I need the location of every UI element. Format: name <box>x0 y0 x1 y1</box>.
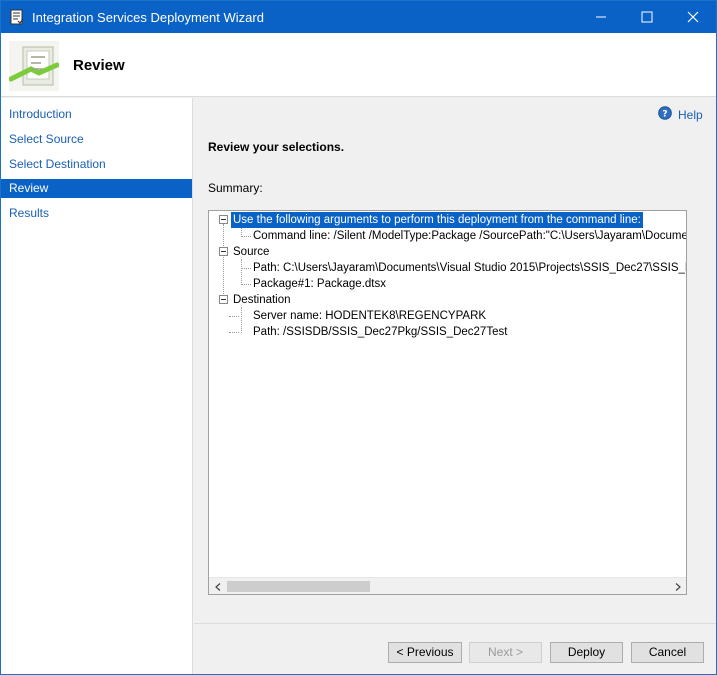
collapse-source-toggle[interactable] <box>219 247 228 256</box>
nav-item-results[interactable]: Results <box>1 204 192 223</box>
minimize-button[interactable] <box>578 1 624 33</box>
scroll-right-icon[interactable] <box>669 578 686 594</box>
wizard-window: Integration Services Deployment Wizard R… <box>0 0 717 675</box>
tree-connector <box>229 316 239 317</box>
help-label: Help <box>678 107 703 122</box>
nav-item-select-source[interactable]: Select Source <box>1 130 192 149</box>
wizard-app-icon <box>9 9 25 25</box>
nav-item-introduction[interactable]: Introduction <box>1 105 192 124</box>
tree-connector <box>241 268 251 269</box>
tree-connector <box>229 332 239 333</box>
tree-connector <box>241 284 251 285</box>
summary-tree[interactable]: Use the following arguments to perform t… <box>208 210 687 595</box>
scrollbar-thumb[interactable] <box>227 581 370 592</box>
tree-node-command-line[interactable]: Command line: /Silent /ModelType:Package… <box>251 228 686 244</box>
nav-item-select-destination[interactable]: Select Destination <box>1 155 192 174</box>
collapse-destination-toggle[interactable] <box>219 295 228 304</box>
horizontal-scrollbar[interactable] <box>209 577 686 594</box>
scroll-left-icon[interactable] <box>209 578 226 594</box>
tree-node-server-name[interactable]: Server name: HODENTEK8\REGENCYPARK <box>251 308 488 324</box>
wizard-footer: < Previous Next > Deploy Cancel <box>194 623 716 674</box>
tree-connector <box>241 307 242 333</box>
collapse-arguments-toggle[interactable] <box>219 215 228 224</box>
wizard-header: Review <box>1 33 716 97</box>
help-icon: ? <box>658 106 672 123</box>
title-bar[interactable]: Integration Services Deployment Wizard <box>1 1 716 33</box>
tree-node-arguments[interactable]: Use the following arguments to perform t… <box>231 212 643 228</box>
close-button[interactable] <box>670 1 716 33</box>
maximize-button[interactable] <box>624 1 670 33</box>
tree-node-source-path[interactable]: Path: C:\Users\Jayaram\Documents\Visual … <box>251 260 686 276</box>
deploy-button[interactable]: Deploy <box>550 642 623 663</box>
summary-label: Summary: <box>208 181 263 195</box>
next-button[interactable]: Next > <box>469 642 542 663</box>
tree-node-destination[interactable]: Destination <box>231 292 293 308</box>
previous-button[interactable]: < Previous <box>388 642 462 663</box>
tree-connector <box>223 224 224 302</box>
cancel-button[interactable]: Cancel <box>631 642 704 663</box>
review-heading: Review your selections. <box>208 140 345 154</box>
tree-node-package[interactable]: Package#1: Package.dtsx <box>251 276 388 292</box>
help-link[interactable]: ? Help <box>658 106 703 123</box>
tree-node-destination-path[interactable]: Path: /SSISDB/SSIS_Dec27Pkg/SSIS_Dec27Te… <box>251 324 509 340</box>
tree-node-source[interactable]: Source <box>231 244 271 260</box>
tree-connector <box>241 259 242 285</box>
window-title: Integration Services Deployment Wizard <box>32 10 264 25</box>
wizard-logo-icon <box>8 41 60 91</box>
tree-connector <box>241 236 251 237</box>
svg-text:?: ? <box>662 110 667 120</box>
wizard-steps-nav: Introduction Select Source Select Destin… <box>1 98 193 674</box>
nav-item-review[interactable]: Review <box>1 179 192 198</box>
page-title: Review <box>73 57 125 74</box>
content-panel: ? Help Review your selections. Summary: … <box>194 98 716 623</box>
